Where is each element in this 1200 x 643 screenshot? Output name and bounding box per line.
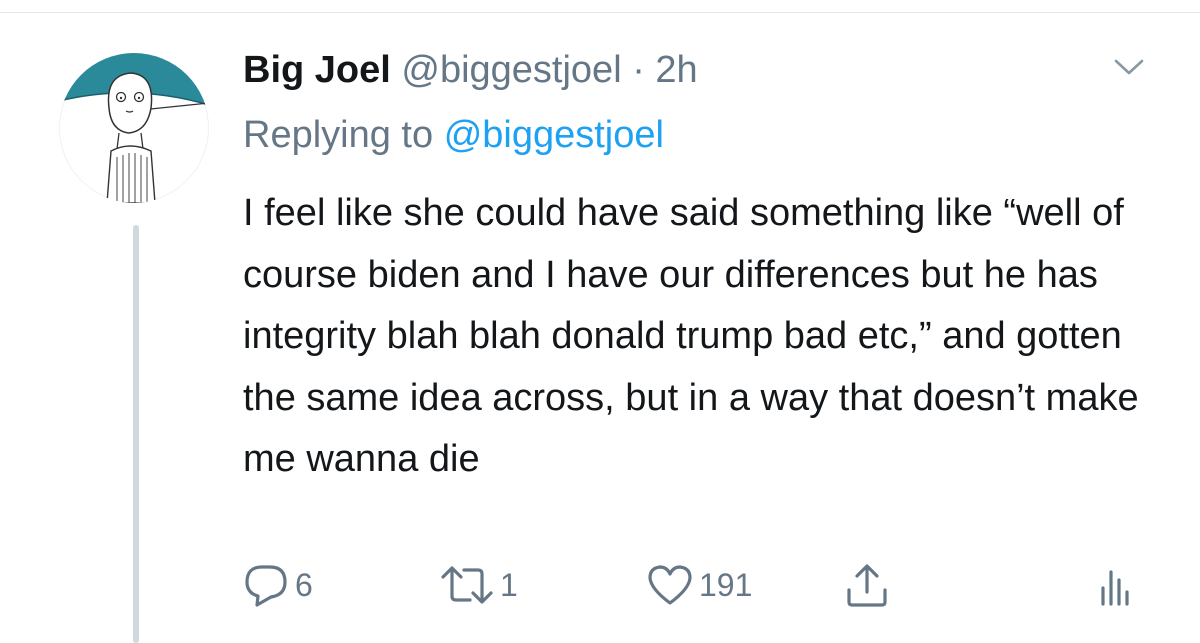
share-button[interactable] xyxy=(845,555,889,615)
avatar[interactable] xyxy=(59,53,209,203)
analytics-button[interactable] xyxy=(1098,555,1132,615)
replying-to-mention[interactable]: @biggestjoel xyxy=(444,114,664,156)
avatar-drawing xyxy=(59,53,209,203)
tweet-header: Big Joel @biggestjoel · 2h xyxy=(243,45,698,95)
like-button[interactable]: 191 xyxy=(647,555,752,615)
analytics-icon xyxy=(1101,570,1129,606)
top-divider xyxy=(0,12,1200,13)
reply-icon xyxy=(245,565,287,607)
like-count: 191 xyxy=(699,566,753,603)
retweet-icon xyxy=(441,566,493,604)
share-icon xyxy=(847,564,887,607)
replying-prefix: Replying to xyxy=(243,114,434,156)
tweet-text: I feel like she could have said somethin… xyxy=(243,192,1139,480)
tweet-actions: 6 1 191 xyxy=(0,555,1200,615)
tweet-time[interactable]: 2h xyxy=(655,49,697,91)
reply-count: 6 xyxy=(295,566,313,603)
separator-dot: · xyxy=(632,49,645,91)
reply-button[interactable]: 6 xyxy=(243,555,313,615)
retweet-button[interactable]: 1 xyxy=(440,555,518,615)
more-options-button[interactable] xyxy=(1113,56,1145,78)
chevron-down-icon xyxy=(1114,59,1144,75)
display-name[interactable]: Big Joel xyxy=(243,49,391,91)
retweet-count: 1 xyxy=(500,566,518,603)
user-handle[interactable]: @biggestjoel xyxy=(401,49,621,91)
like-icon xyxy=(648,565,692,605)
replying-to-line: Replying to @biggestjoel xyxy=(243,110,664,160)
